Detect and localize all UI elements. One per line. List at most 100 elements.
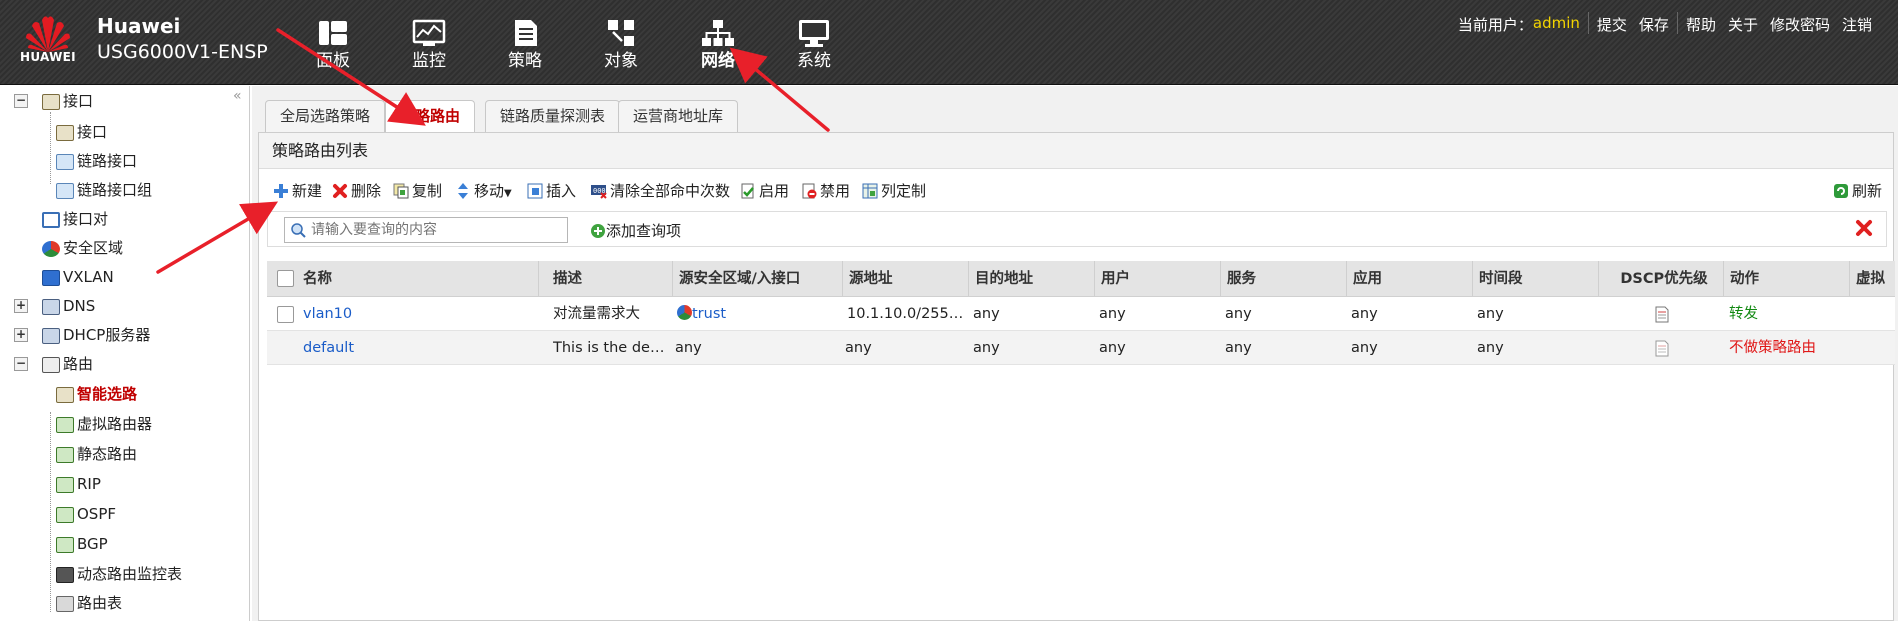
sidebar-item-route-table[interactable]: 路由表	[56, 591, 122, 615]
cell-name-link[interactable]: default	[303, 331, 539, 364]
column-header-dscp[interactable]: DSCP优先级	[1599, 261, 1724, 296]
device-model: USG6000V1-ENSP	[97, 41, 268, 63]
sidebar-item-interface-pair[interactable]: 接口对	[42, 207, 108, 231]
table-row[interactable]: vlan10 对流量需求大 trust 10.1.10.0/255.… any …	[267, 297, 1895, 331]
column-header-src-zone[interactable]: 源安全区域/入接口	[673, 261, 843, 296]
close-search-icon[interactable]	[1854, 218, 1874, 238]
tab-isp-address-library[interactable]: 运营商地址库	[618, 100, 739, 132]
sidebar-item-link-interface[interactable]: 链路接口	[56, 149, 137, 173]
add-query-button[interactable]: 添加查询项	[590, 220, 681, 241]
change-password-link[interactable]: 修改密码	[1764, 14, 1836, 35]
tree-toggle-collapse[interactable]: −	[14, 94, 28, 108]
sidebar-item-rip[interactable]: RIP	[56, 472, 101, 496]
tab-link-quality-probe[interactable]: 链路质量探测表	[485, 100, 621, 132]
current-user-label: 当前用户：	[1457, 16, 1533, 34]
sidebar-item-bgp[interactable]: BGP	[56, 532, 108, 556]
tree-line	[50, 112, 51, 184]
move-button[interactable]: 移动▼	[455, 180, 512, 202]
tab-global-route-policy[interactable]: 全局选路策略	[265, 100, 386, 132]
main-content: 全局选路策略 策略路由 链路质量探测表 运营商地址库 策略路由列表 新建 删除 …	[252, 86, 1898, 621]
nav-tab-monitor[interactable]: 监控	[394, 18, 464, 72]
sidebar-item-label: DNS	[63, 297, 96, 315]
insert-icon	[527, 183, 543, 199]
cell-name-link[interactable]: vlan10	[303, 297, 539, 330]
document-icon[interactable]	[1655, 306, 1669, 323]
column-header-desc[interactable]: 描述	[547, 261, 673, 296]
column-header-dst-addr[interactable]: 目的地址	[969, 261, 1095, 296]
sidebar-item-ospf[interactable]: OSPF	[56, 502, 116, 526]
sidebar-item-virtual-router[interactable]: 虚拟路由器	[56, 412, 152, 436]
sidebar-item-smart-route[interactable]: 智能选路	[56, 382, 137, 406]
add-query-label: 添加查询项	[606, 222, 682, 240]
column-header-app[interactable]: 应用	[1347, 261, 1473, 296]
search-input[interactable]	[284, 217, 568, 243]
collapse-sidebar-icon[interactable]: «	[233, 88, 242, 104]
enable-button[interactable]: 启用	[740, 180, 789, 202]
tab-policy-route[interactable]: 策略路由	[385, 100, 476, 133]
nav-tab-label: 监控	[412, 51, 446, 71]
sidebar-item-vxlan[interactable]: VXLAN	[42, 265, 114, 289]
column-header-time[interactable]: 时间段	[1473, 261, 1599, 296]
nav-tab-policy[interactable]: 策略	[490, 18, 560, 72]
tree-toggle-collapse[interactable]: −	[14, 357, 28, 371]
column-header-action[interactable]: 动作	[1724, 261, 1850, 296]
clear-hits-button[interactable]: 000 清除全部命中次数	[591, 180, 730, 202]
cell-service: any	[1225, 306, 1252, 322]
tab-label: 全局选路策略	[280, 107, 371, 125]
zone-link[interactable]: trust	[692, 306, 726, 322]
search-icon	[291, 223, 306, 238]
disable-button[interactable]: 禁用	[801, 180, 850, 202]
sidebar-item-static-route[interactable]: 静态路由	[56, 442, 137, 466]
tree-toggle-expand[interactable]: +	[14, 299, 28, 313]
logout-link[interactable]: 注销	[1836, 14, 1878, 35]
refresh-button[interactable]: 刷新	[1833, 180, 1882, 202]
clear-hits-label: 清除全部命中次数	[610, 182, 731, 200]
tab-label: 运营商地址库	[633, 107, 724, 125]
sidebar-item-security-zone[interactable]: 安全区域	[42, 236, 123, 260]
about-link[interactable]: 关于	[1722, 14, 1764, 35]
sidebar-item-interface-group[interactable]: 接口	[42, 89, 93, 113]
cell-service: any	[1225, 340, 1252, 356]
insert-button[interactable]: 插入	[527, 180, 576, 202]
rip-icon	[56, 476, 74, 493]
column-header-user[interactable]: 用户	[1095, 261, 1221, 296]
sidebar-item-route[interactable]: 路由	[42, 352, 93, 376]
copy-button[interactable]: 复制	[393, 180, 442, 202]
customize-columns-button[interactable]: 列定制	[862, 180, 926, 202]
link-group-icon	[56, 182, 74, 199]
smart-route-icon	[56, 386, 74, 403]
new-button[interactable]: 新建	[273, 180, 322, 202]
column-header-virtual[interactable]: 虚拟	[1850, 261, 1895, 296]
sidebar-item-link-interface-group[interactable]: 链路接口组	[56, 178, 152, 202]
select-all-checkbox[interactable]	[277, 270, 294, 287]
sidebar-item-dns[interactable]: DNS	[42, 294, 95, 318]
nav-tab-object[interactable]: 对象	[586, 18, 656, 72]
sidebar-item-label: RIP	[77, 475, 101, 493]
column-header-src-addr[interactable]: 源地址	[843, 261, 969, 296]
document-icon[interactable]	[1655, 340, 1669, 357]
toolbar: 新建 删除 复制 移动▼ 插入 000 清除全部命中次数 启用 禁用 列定制 刷…	[259, 170, 1893, 208]
save-link[interactable]: 保存	[1633, 14, 1675, 35]
delete-button[interactable]: 删除	[332, 180, 381, 202]
sidebar-item-interface[interactable]: 接口	[56, 120, 107, 144]
help-link[interactable]: 帮助	[1680, 14, 1722, 35]
nav-tab-dashboard[interactable]: 面板	[298, 18, 368, 72]
brand: Huawei USG6000V1-ENSP	[97, 14, 268, 64]
row-checkbox[interactable]	[277, 306, 294, 323]
table-row[interactable]: default This is the def… any any any any…	[267, 331, 1895, 365]
dns-icon	[42, 298, 60, 315]
column-header-name[interactable]: 名称	[297, 261, 539, 296]
divider	[1587, 12, 1589, 34]
sidebar-item-dhcp-server[interactable]: DHCP服务器	[42, 323, 150, 347]
sidebar-item-label: 虚拟路由器	[77, 415, 153, 433]
search-bar: 添加查询项	[267, 211, 1887, 247]
enable-icon	[741, 183, 754, 199]
nav-tab-label: 网络	[701, 51, 735, 71]
commit-link[interactable]: 提交	[1591, 14, 1633, 35]
tree-toggle-expand[interactable]: +	[14, 328, 28, 342]
column-header-service[interactable]: 服务	[1221, 261, 1347, 296]
logo-text: HUAWEI	[20, 50, 76, 64]
nav-tab-system[interactable]: 系统	[779, 18, 849, 72]
sidebar-item-route-monitor[interactable]: 动态路由监控表	[56, 562, 182, 586]
nav-tab-network[interactable]: 网络	[683, 18, 753, 72]
